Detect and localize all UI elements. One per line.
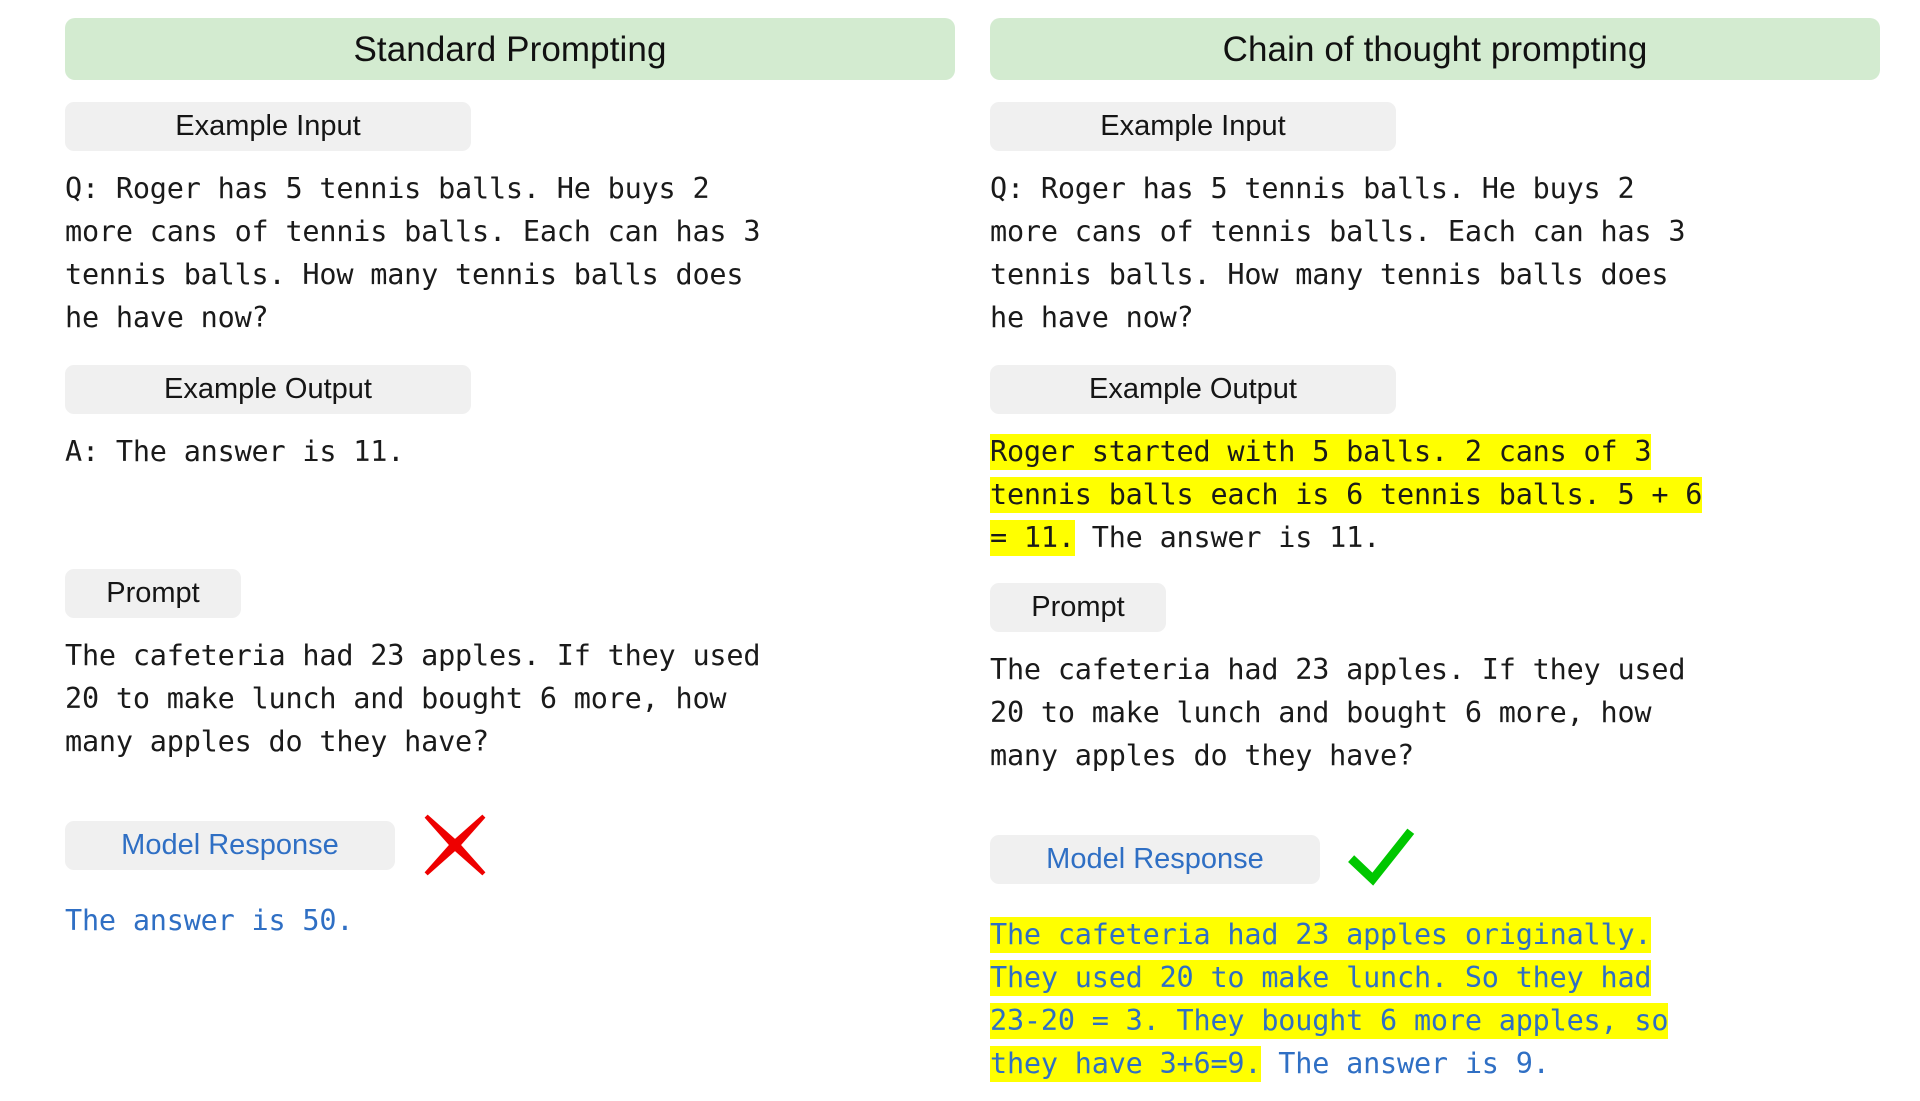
chip-label: Prompt xyxy=(106,577,200,609)
example-input-text-right: Q: Roger has 5 tennis balls. He buys 2 m… xyxy=(990,172,1686,334)
chip-example-input-left: Example Input xyxy=(65,102,471,151)
chip-label: Example Output xyxy=(164,373,372,405)
model-response-plain-right: The answer is 9. xyxy=(1261,1047,1550,1080)
column-header-cot: Chain of thought prompting xyxy=(990,18,1880,80)
cross-icon xyxy=(424,814,486,876)
chip-example-output-right: Example Output xyxy=(990,365,1396,414)
chip-prompt-left: Prompt xyxy=(65,569,241,618)
chip-model-response-left: Model Response xyxy=(65,820,395,870)
chip-label: Model Response xyxy=(121,828,339,861)
example-output-plain-right: The answer is 11. xyxy=(1074,521,1381,554)
example-output-plain-left: A: The answer is 11. xyxy=(65,435,405,468)
column-chain-of-thought: Chain of thought prompting Example Input… xyxy=(990,18,1880,1101)
prompt-text-left: The cafeteria had 23 apples. If they use… xyxy=(65,639,761,758)
chip-label: Model Response xyxy=(1046,842,1264,875)
example-output-text-right: Roger started with 5 balls. 2 cans of 3 … xyxy=(990,430,1880,559)
column-standard-prompting: Standard Prompting Example Input Q: Roge… xyxy=(65,18,955,1101)
model-response-plain-left: The answer is 50. xyxy=(65,904,354,937)
chip-prompt-right: Prompt xyxy=(990,583,1166,632)
prompt-text-right: The cafeteria had 23 apples. If they use… xyxy=(990,653,1686,772)
model-response-row-left: Model Response xyxy=(65,807,955,883)
column-title: Standard Prompting xyxy=(353,29,667,69)
chip-model-response-right: Model Response xyxy=(990,834,1320,884)
chip-label: Example Input xyxy=(1100,110,1286,142)
chip-example-input-right: Example Input xyxy=(990,102,1396,151)
model-response-row-right: Model Response xyxy=(990,821,1880,897)
comparison-board: Standard Prompting Example Input Q: Roge… xyxy=(0,0,1920,1101)
model-response-text-right: The cafeteria had 23 apples originally. … xyxy=(990,913,1880,1085)
chip-label: Example Output xyxy=(1089,373,1297,405)
check-icon xyxy=(1348,828,1415,886)
example-output-text-left: A: The answer is 11. xyxy=(65,430,955,473)
example-input-text-left: Q: Roger has 5 tennis balls. He buys 2 m… xyxy=(65,172,761,334)
column-header-standard: Standard Prompting xyxy=(65,18,955,80)
column-title: Chain of thought prompting xyxy=(1222,29,1648,69)
model-response-text-left: The answer is 50. xyxy=(65,899,955,942)
chip-label: Example Input xyxy=(175,110,361,142)
chip-example-output-left: Example Output xyxy=(65,365,471,414)
chip-label: Prompt xyxy=(1031,591,1125,623)
